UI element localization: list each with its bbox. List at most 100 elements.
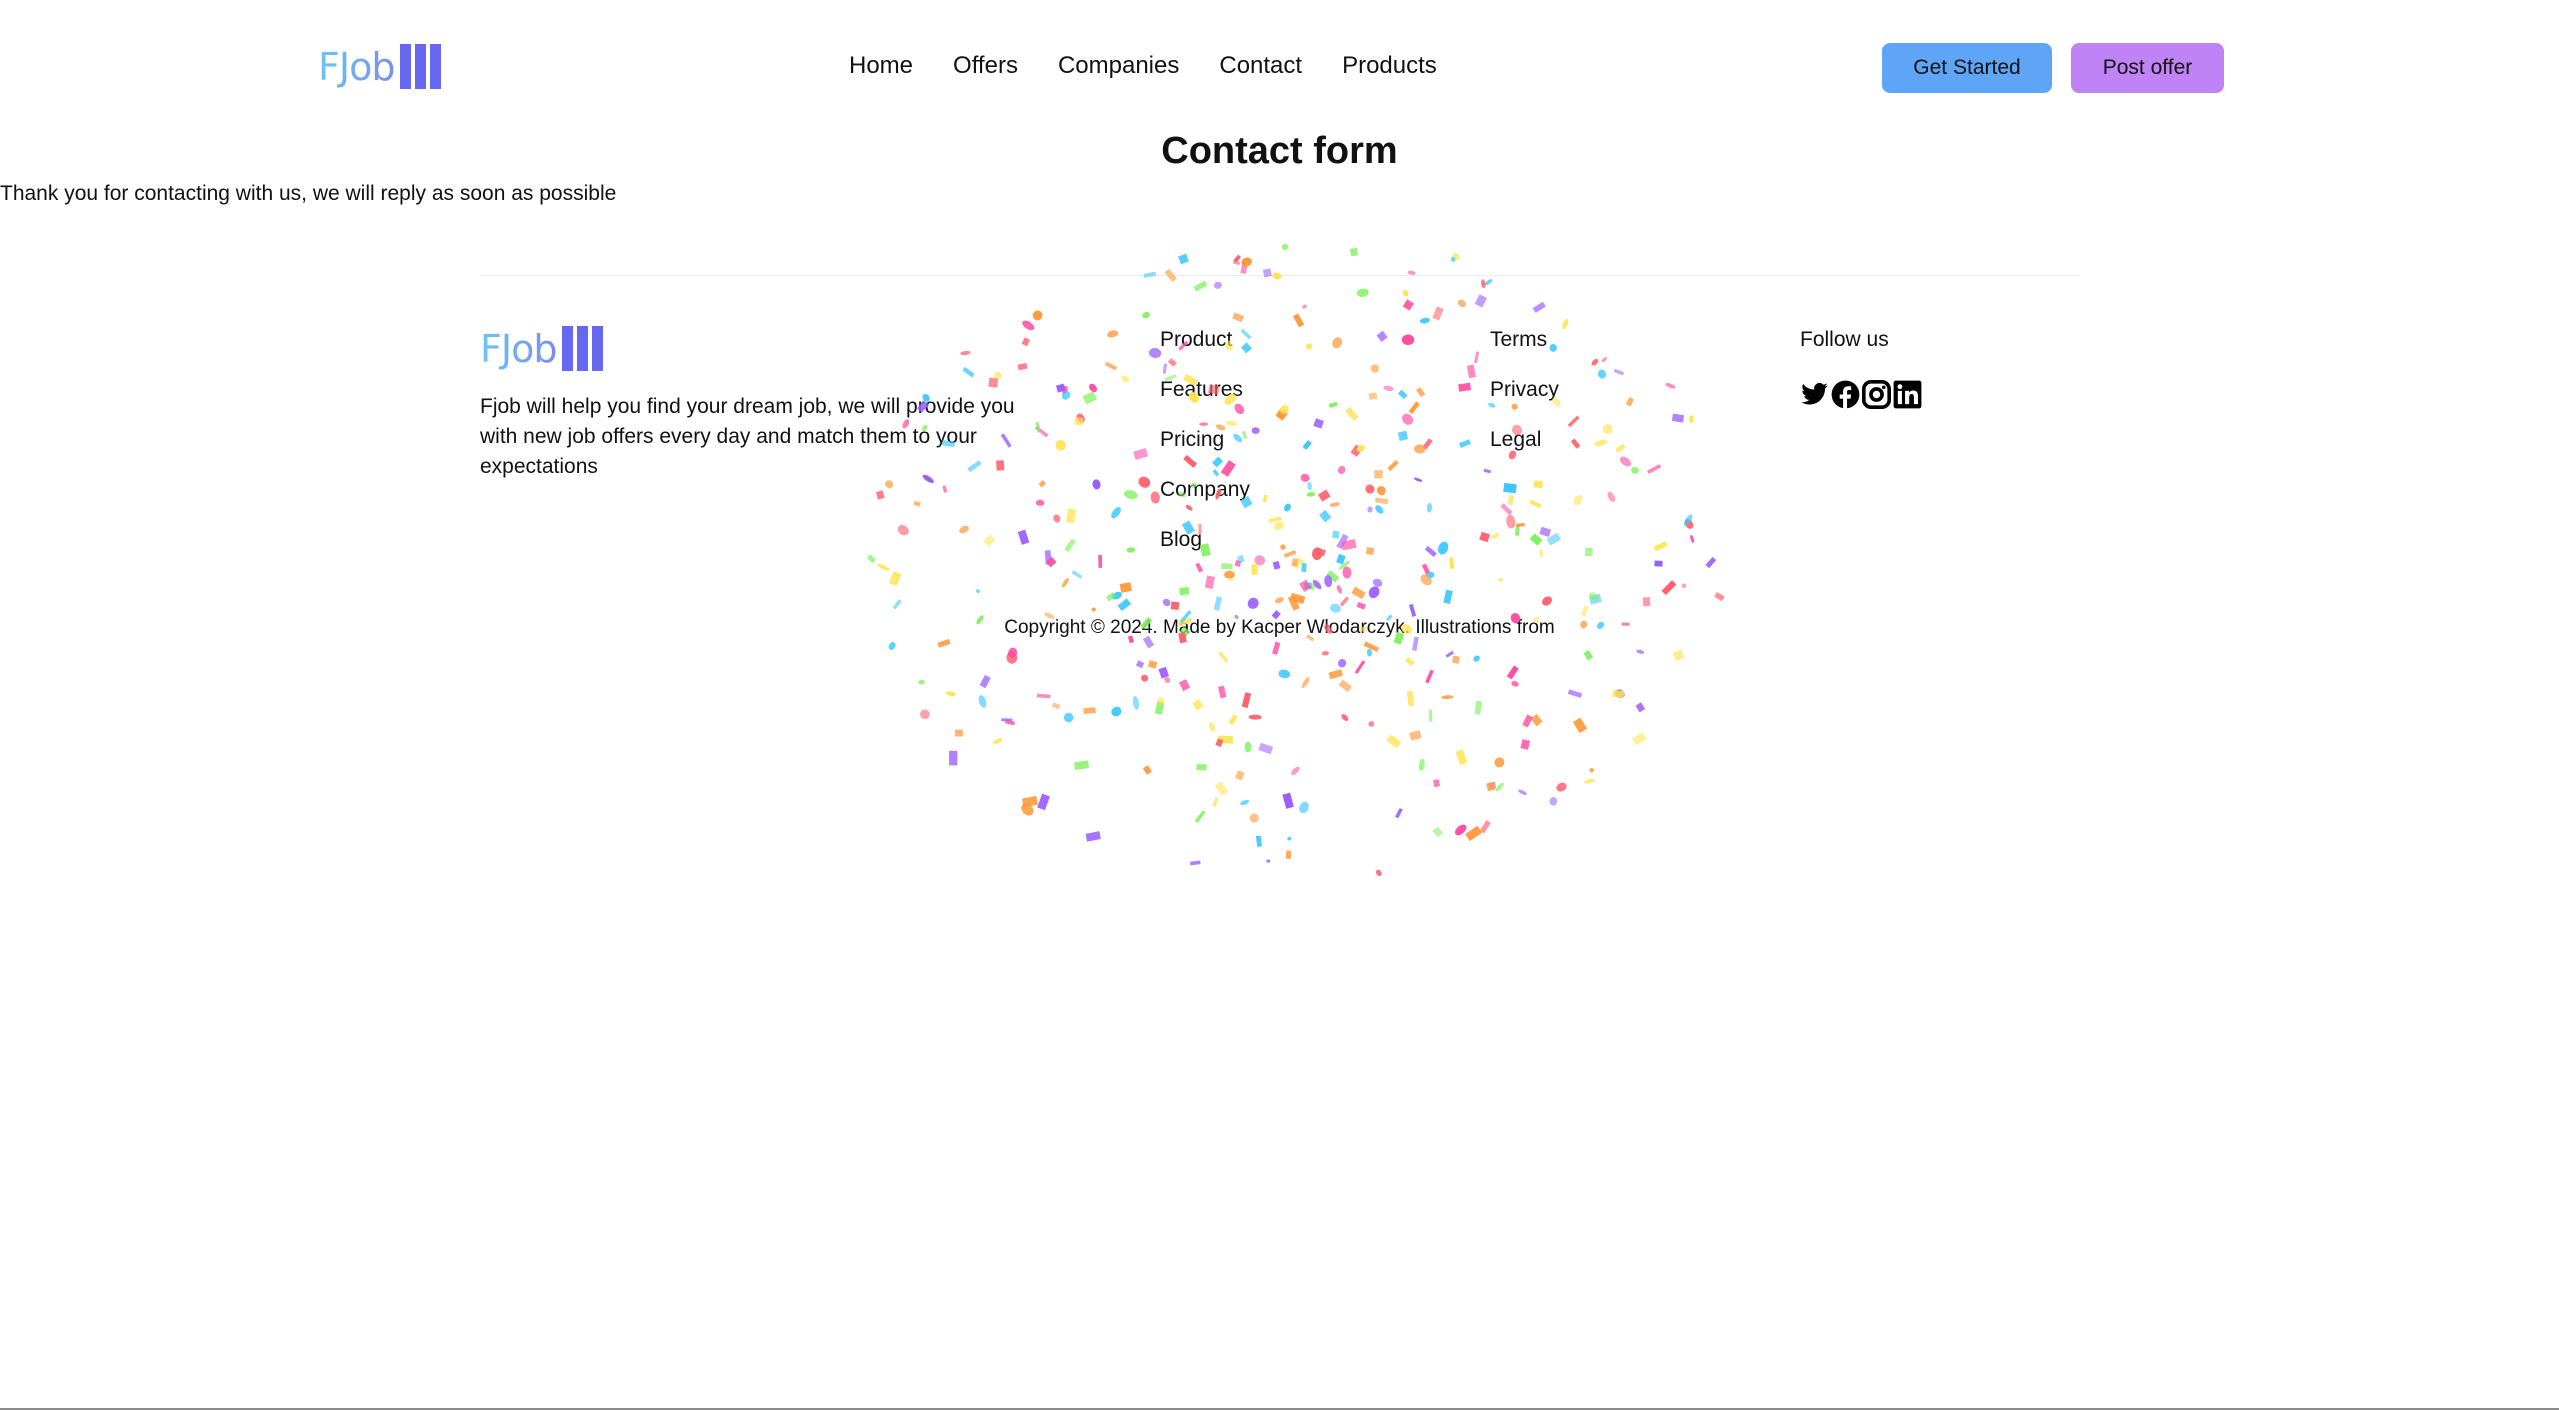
confetti-piece [1418, 758, 1425, 771]
nav-home[interactable]: Home [849, 52, 913, 80]
confetti-piece [1375, 869, 1382, 877]
footer-link-pricing[interactable]: Pricing [1160, 426, 1250, 453]
confetti-piece [1142, 311, 1150, 319]
nav-companies[interactable]: Companies [1058, 52, 1179, 80]
confetti-piece [1705, 556, 1717, 569]
footer-link-blog[interactable]: Blog [1160, 526, 1250, 553]
confetti-piece [1350, 444, 1363, 457]
confetti-piece [1570, 438, 1581, 449]
instagram-icon[interactable] [1862, 380, 1891, 409]
confetti-piece [1342, 566, 1352, 579]
facebook-icon[interactable] [1831, 380, 1860, 409]
confetti-piece [1366, 648, 1373, 657]
confetti-piece [1572, 717, 1588, 734]
footer-link-product[interactable]: Product [1160, 326, 1250, 353]
nav-contact[interactable]: Contact [1219, 52, 1302, 80]
confetti-piece [978, 695, 987, 708]
confetti-piece [1672, 649, 1685, 662]
confetti-piece [1328, 669, 1344, 680]
confetti-piece [1506, 665, 1519, 680]
confetti-piece [1111, 507, 1121, 519]
confetti-piece [875, 490, 885, 500]
confetti-piece [1474, 351, 1480, 364]
confetti-piece [897, 524, 909, 536]
confetti-piece [1562, 318, 1569, 329]
confetti-piece [1074, 760, 1090, 770]
confetti-piece [1121, 375, 1130, 383]
confetti-piece [1306, 492, 1315, 497]
confetti-piece [1642, 597, 1651, 607]
confetti-piece [1452, 655, 1460, 664]
confetti-piece [1247, 597, 1259, 609]
confetti-piece [1232, 312, 1245, 323]
confetti-piece [1383, 385, 1394, 392]
get-started-button[interactable]: Get Started [1882, 43, 2052, 93]
linkedin-icon[interactable] [1893, 380, 1922, 409]
confetti-piece [1098, 555, 1103, 568]
footer-link-terms[interactable]: Terms [1490, 326, 1559, 353]
confetti-piece [1336, 553, 1346, 565]
confetti-piece [1584, 778, 1595, 784]
confetti-piece [1567, 689, 1583, 698]
confetti-piece [1714, 591, 1725, 602]
confetti-piece [1285, 850, 1292, 860]
confetti-piece [1607, 491, 1616, 503]
confetti-piece [1076, 413, 1085, 423]
confetti-piece [1337, 465, 1346, 475]
confetti-piece [1615, 689, 1625, 699]
confetti-piece [1479, 531, 1491, 543]
confetti-piece [1372, 578, 1383, 587]
confetti-piece [1301, 563, 1307, 573]
nav-offers[interactable]: Offers [953, 52, 1018, 80]
confetti-piece [937, 638, 951, 648]
confetti-piece [888, 642, 896, 650]
confetti-piece [1363, 641, 1380, 653]
confetti-piece [1111, 591, 1122, 600]
confetti-piece [1150, 491, 1160, 504]
confetti-piece [1684, 519, 1694, 529]
confetti-piece [1062, 577, 1069, 588]
confetti-piece [1249, 813, 1259, 823]
confetti-piece [1208, 722, 1216, 732]
confetti-piece [1683, 514, 1693, 526]
confetti-piece [1228, 714, 1238, 725]
confetti-piece [1291, 558, 1299, 567]
confetti-piece [1530, 713, 1543, 727]
confetti-piece [1085, 831, 1101, 842]
nav-products[interactable]: Products [1342, 52, 1437, 80]
confetti-piece [1154, 701, 1165, 715]
confetti-piece [1064, 538, 1076, 552]
confetti-piece [1498, 578, 1503, 582]
confetti-piece [1665, 383, 1676, 389]
header-logo[interactable]: FJob [318, 44, 442, 89]
confetti-piece [1132, 696, 1140, 710]
confetti-piece [1349, 247, 1359, 257]
confetti-piece [1091, 607, 1096, 612]
confetti-piece [1516, 522, 1525, 528]
confetti-piece [1302, 440, 1312, 450]
confetti-piece [1374, 470, 1383, 479]
footer-link-company[interactable]: Company [1160, 476, 1250, 503]
confetti-piece [1356, 445, 1365, 452]
confetti-piece [1619, 456, 1632, 467]
confetti-piece [1429, 709, 1433, 722]
confetti-piece [1312, 579, 1322, 590]
footer-link-privacy[interactable]: Privacy [1490, 376, 1559, 403]
confetti-piece [1284, 503, 1291, 512]
footer-logo[interactable]: FJob [480, 326, 604, 371]
confetti-piece [1681, 583, 1687, 588]
confetti-piece [1631, 466, 1639, 474]
confetti-piece [1458, 382, 1472, 392]
confetti-piece [892, 599, 902, 610]
post-offer-button[interactable]: Post offer [2071, 43, 2224, 93]
footer-link-features[interactable]: Features [1160, 376, 1250, 403]
confetti-piece [888, 571, 902, 586]
footer-link-legal[interactable]: Legal [1490, 426, 1559, 453]
confetti-piece [1515, 523, 1520, 536]
logo-wordmark: FJob [480, 326, 557, 371]
twitter-icon[interactable] [1800, 380, 1829, 409]
confetti-piece [1370, 364, 1379, 373]
confetti-piece [1588, 593, 1602, 605]
main-nav: Home Offers Companies Contact Products [849, 52, 1437, 80]
confetti-piece [1402, 289, 1409, 297]
